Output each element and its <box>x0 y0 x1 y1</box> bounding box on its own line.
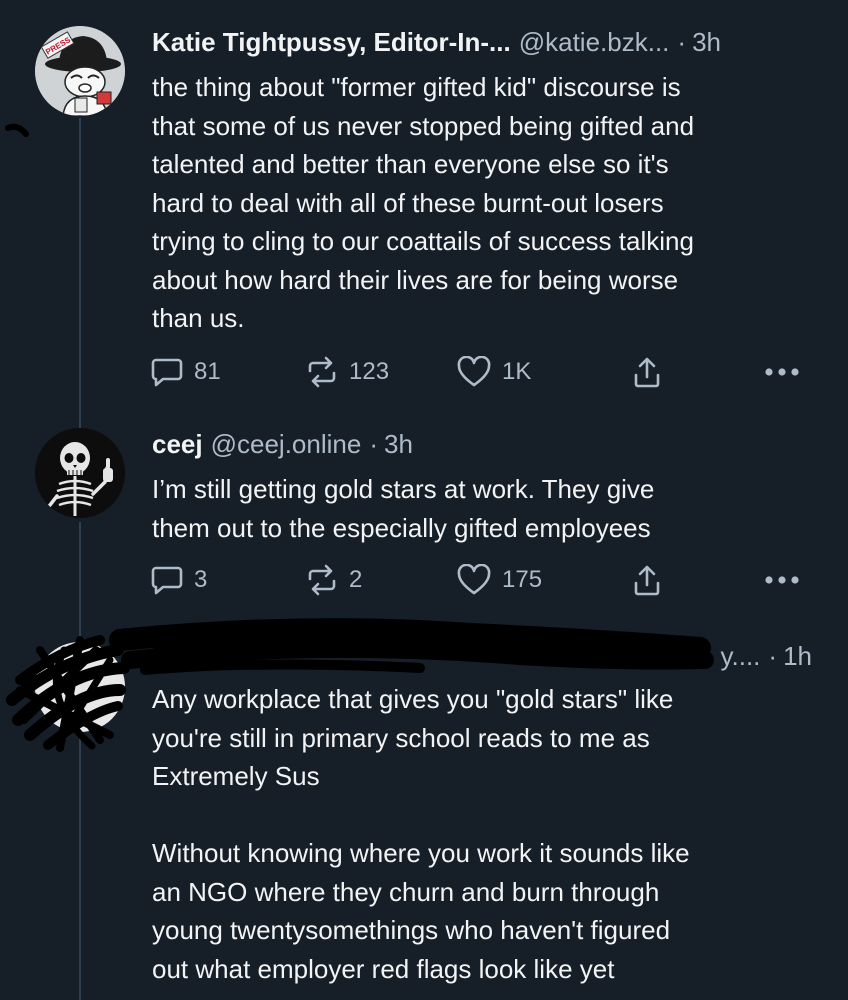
repost-count: 123 <box>349 358 390 385</box>
handle[interactable]: @ceej.online <box>211 429 362 460</box>
timestamp[interactable]: 3h <box>692 27 721 58</box>
post-actions: 81 123 1K <box>150 354 810 390</box>
post-ceej[interactable]: ceej @ceej.online · 3h I’m still getting… <box>0 400 848 622</box>
heart-icon <box>457 356 491 387</box>
share-upload-icon <box>634 565 660 596</box>
repost-arrows-icon <box>308 356 336 388</box>
reply-count: 81 <box>194 358 221 385</box>
reply-count: 3 <box>194 566 208 593</box>
separator-dot: · <box>369 428 378 459</box>
reply-button[interactable]: 3 <box>150 562 207 598</box>
skeleton-thumbs-up-avatar-icon <box>35 428 125 518</box>
like-count: 1K <box>502 358 532 385</box>
post-text: the thing about "former gifted kid" disc… <box>152 72 695 333</box>
separator-dot: · <box>677 26 687 57</box>
like-button[interactable]: 175 <box>456 562 542 598</box>
post-katie[interactable]: PRESS Katie Tightpussy, Editor-In-... @k… <box>0 0 848 400</box>
post-redacted[interactable]: y.... · 1h Any workplace that gives you … <box>0 622 848 1000</box>
repost-button[interactable]: 123 <box>305 354 389 390</box>
post-text: Any workplace that gives you "gold stars… <box>152 684 690 984</box>
post-header: y.... · 1h <box>152 638 812 674</box>
handle[interactable]: @katie.bzk... <box>519 27 670 58</box>
avatar[interactable]: PRESS <box>35 26 125 116</box>
like-button[interactable]: 1K <box>456 354 531 390</box>
avatar[interactable] <box>35 428 125 518</box>
repost-count: 2 <box>349 566 363 593</box>
post-text: I’m still getting gold stars at work. Th… <box>152 474 655 543</box>
redacted-avatar-icon <box>35 642 125 732</box>
more-options-button[interactable] <box>764 354 800 390</box>
display-name[interactable]: Katie Tightpussy, Editor-In-... <box>152 27 511 58</box>
ellipsis-icon <box>765 368 799 376</box>
ellipsis-icon <box>765 576 799 584</box>
separator-dot: · <box>768 640 778 671</box>
share-upload-icon <box>634 357 660 388</box>
more-options-button[interactable] <box>764 562 800 598</box>
post-header: Katie Tightpussy, Editor-In-... @katie.b… <box>152 24 818 60</box>
handle-fragment[interactable]: y.... <box>720 641 760 672</box>
post-actions: 3 2 175 <box>150 562 810 598</box>
speech-bubble-icon <box>151 358 183 387</box>
speech-bubble-icon <box>151 566 183 595</box>
timestamp[interactable]: 3h <box>384 429 413 460</box>
heart-icon <box>457 564 491 595</box>
share-button[interactable] <box>632 354 662 390</box>
timestamp[interactable]: 1h <box>783 641 812 672</box>
repost-arrows-icon <box>308 564 336 596</box>
repost-button[interactable]: 2 <box>305 562 362 598</box>
cartoon-reporter-avatar-icon: PRESS <box>35 26 125 116</box>
share-button[interactable] <box>632 562 662 598</box>
like-count: 175 <box>502 566 543 593</box>
reply-button[interactable]: 81 <box>150 354 221 390</box>
avatar[interactable] <box>35 642 125 732</box>
post-header: ceej @ceej.online · 3h <box>152 426 818 462</box>
display-name[interactable]: ceej <box>152 429 203 460</box>
